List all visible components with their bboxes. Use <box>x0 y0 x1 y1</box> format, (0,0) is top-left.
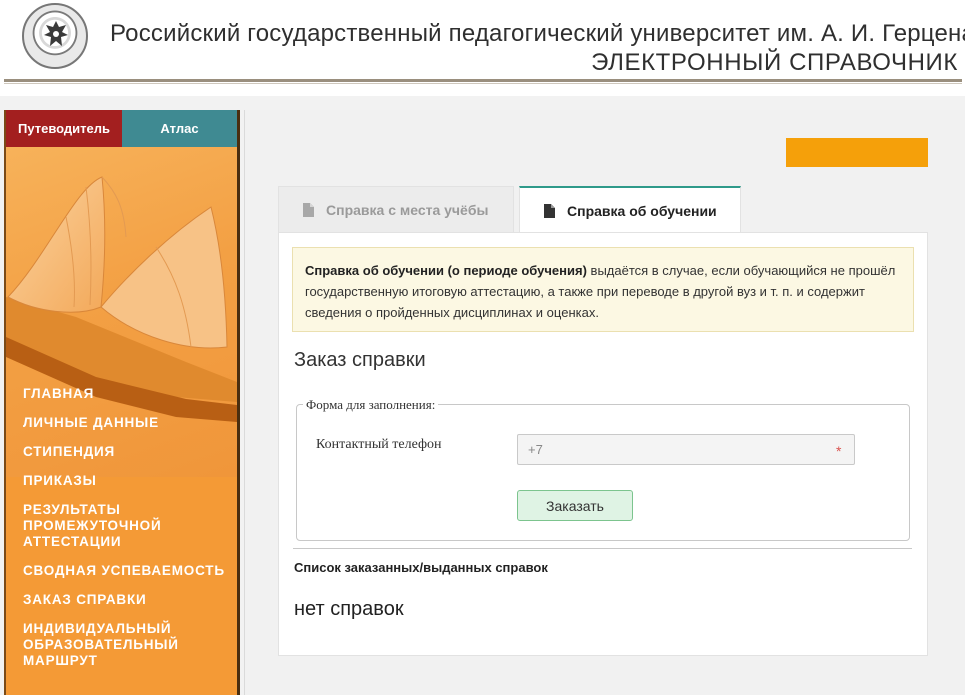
menu-item-personal-data[interactable]: ЛИЧНЫЕ ДАННЫЕ <box>23 415 233 431</box>
menu-item-orders[interactable]: ПРИКАЗЫ <box>23 473 233 489</box>
certificates-list-title: Список заказанных/выданных справок <box>294 560 548 575</box>
site-subtitle: ЭЛЕКТРОННЫЙ СПРАВОЧНИК <box>591 49 958 76</box>
document-icon <box>544 204 555 218</box>
tab-label: Справка с места учёбы <box>326 202 489 218</box>
tab-study-certificate[interactable]: Справка с места учёбы <box>278 186 514 233</box>
tab-education-certificate[interactable]: Справка об обучении <box>519 186 741 234</box>
order-section-title: Заказ справки <box>294 349 426 371</box>
menu-item-home[interactable]: ГЛАВНАЯ <box>23 386 233 402</box>
empty-list-message: нет справок <box>294 598 404 620</box>
menu-item-interim-results[interactable]: РЕЗУЛЬТАТЫ ПРОМЕЖУТОЧНОЙ АТТЕСТАЦИИ <box>23 502 233 550</box>
header-divider-thin <box>4 83 962 84</box>
phone-input[interactable] <box>517 434 855 465</box>
eagle-icon <box>44 21 68 46</box>
sidebar-menu: ГЛАВНАЯ ЛИЧНЫЕ ДАННЫЕ СТИПЕНДИЯ ПРИКАЗЫ … <box>23 386 233 682</box>
order-button[interactable]: Заказать <box>517 490 633 521</box>
info-notice: Справка об обучении (о периоде обучения)… <box>292 247 914 332</box>
menu-item-order-certificate[interactable]: ЗАКАЗ СПРАВКИ <box>23 592 233 608</box>
tab-atlas[interactable]: Атлас <box>122 110 237 147</box>
university-title: Российский государственный педагогически… <box>110 20 965 47</box>
header-divider <box>4 79 962 82</box>
page-header: Российский государственный педагогически… <box>0 0 965 96</box>
sidebar: Путеводитель Атлас ГЛАВНАЯ ЛИЧНЫЕ ДАННЫЕ… <box>4 110 240 695</box>
university-seal-icon <box>22 3 88 69</box>
notice-bold: Справка об обучении (о периоде обучения) <box>305 263 587 278</box>
sidebar-tabs: Путеводитель Атлас <box>6 110 237 147</box>
phone-label: Контактный телефон <box>316 437 442 452</box>
form-legend: Форма для заполнения: <box>303 397 439 413</box>
accent-bar <box>786 138 928 167</box>
section-divider <box>293 548 912 549</box>
menu-item-summary-grades[interactable]: СВОДНАЯ УСПЕВАЕМОСТЬ <box>23 563 233 579</box>
tab-label: Справка об обучении <box>567 203 717 219</box>
menu-item-scholarship[interactable]: СТИПЕНДИЯ <box>23 444 233 460</box>
menu-item-individual-route[interactable]: ИНДИВИДУАЛЬНЫЙ ОБРАЗОВАТЕЛЬНЫЙ МАРШРУТ <box>23 621 233 669</box>
document-icon <box>303 203 314 217</box>
tab-guide[interactable]: Путеводитель <box>6 110 122 147</box>
required-mark: * <box>836 443 842 459</box>
